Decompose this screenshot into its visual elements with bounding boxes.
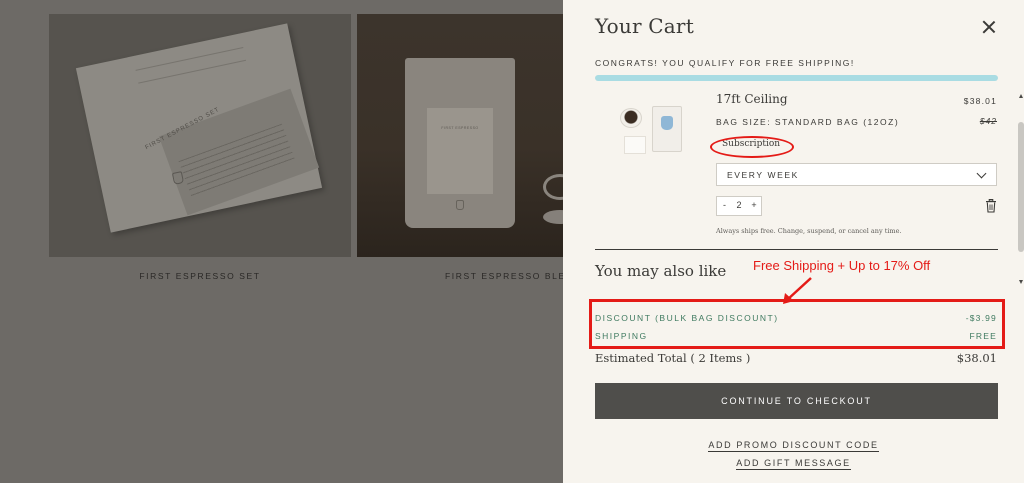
shipping-label: SHIPPING xyxy=(595,331,648,341)
promo-code-link-row: ADD PROMO DISCOUNT CODE xyxy=(563,440,1024,452)
checkout-button[interactable]: CONTINUE TO CHECKOUT xyxy=(595,383,998,419)
cart-title: Your Cart xyxy=(595,14,694,38)
free-shipping-message: CONGRATS! YOU QUALIFY FOR FREE SHIPPING! xyxy=(595,58,855,68)
gift-message-link-row: ADD GIFT MESSAGE xyxy=(563,458,1024,470)
item-thumbnail[interactable] xyxy=(618,104,696,156)
coffee-bag-image xyxy=(652,106,682,152)
scroll-up-arrow-icon[interactable] xyxy=(1019,94,1023,98)
background-page: FIRST ESPRESSO SET FIRST ESPRESSO SET FI… xyxy=(0,0,563,483)
also-like-heading: You may also like xyxy=(595,262,727,280)
scrollbar[interactable] xyxy=(1018,94,1024,284)
item-compare-price: $42 xyxy=(979,116,997,126)
bag-label: FIRST ESPRESSO xyxy=(427,108,493,194)
item-price: $38.01 xyxy=(963,96,997,106)
frequency-select[interactable]: EVERY WEEK xyxy=(716,163,997,186)
scroll-down-arrow-icon[interactable] xyxy=(1019,280,1023,284)
saucer-image xyxy=(543,210,563,224)
product-name[interactable]: FIRST ESPRESSO SET xyxy=(49,271,351,281)
close-icon[interactable] xyxy=(978,16,1000,38)
divider xyxy=(595,249,998,250)
item-note: Always ships free. Change, suspend, or c… xyxy=(716,227,902,235)
coffee-bag-image: FIRST ESPRESSO xyxy=(405,58,515,228)
quantity-increase-button[interactable]: + xyxy=(749,200,759,210)
frequency-value: EVERY WEEK xyxy=(727,170,799,180)
quantity-stepper[interactable]: - 2 + xyxy=(716,196,762,216)
bottle-logo-icon xyxy=(456,200,464,210)
estimated-total-value: $38.01 xyxy=(956,351,997,365)
annotation-callout: Free Shipping + Up to 17% Off xyxy=(753,258,931,273)
quantity-decrease-button[interactable]: - xyxy=(720,200,729,210)
quantity-value[interactable]: 2 xyxy=(732,200,746,210)
chevron-down-icon xyxy=(976,168,987,179)
product-image-espresso-set: FIRST ESPRESSO SET xyxy=(49,14,351,257)
product-card-espresso-set[interactable]: FIRST ESPRESSO SET FIRST ESPRESSO SET xyxy=(49,14,351,281)
free-shipping-progress-bar xyxy=(595,75,998,81)
scroll-thumb[interactable] xyxy=(1018,122,1024,252)
shipping-value: FREE xyxy=(969,331,997,341)
gift-message-link[interactable]: ADD GIFT MESSAGE xyxy=(736,458,851,470)
info-card-image xyxy=(624,136,646,154)
promo-code-link[interactable]: ADD PROMO DISCOUNT CODE xyxy=(708,440,879,452)
cart-drawer: Your Cart CONGRATS! YOU QUALIFY FOR FREE… xyxy=(563,0,1024,483)
cup-image xyxy=(543,174,563,200)
discount-value: -$3.99 xyxy=(965,313,997,323)
discount-label: DISCOUNT (BULK BAG DISCOUNT) xyxy=(595,313,779,323)
product-card-espresso-blend[interactable]: FIRST ESPRESSO FIRST ESPRESSO BLEN xyxy=(357,14,563,281)
item-name[interactable]: 17ft Ceiling xyxy=(716,92,788,106)
coffee-bowl-image xyxy=(620,108,642,128)
product-name[interactable]: FIRST ESPRESSO BLEN xyxy=(357,271,563,281)
progress-fill xyxy=(595,75,998,81)
estimated-total-label: Estimated Total ( 2 Items ) xyxy=(595,351,751,365)
bag-label-text: FIRST ESPRESSO xyxy=(441,126,479,130)
product-image-espresso-blend: FIRST ESPRESSO xyxy=(357,14,563,257)
highlight-box xyxy=(589,299,1005,349)
item-variant: BAG SIZE: STANDARD BAG (12OZ) xyxy=(716,117,900,127)
highlight-circle xyxy=(710,136,794,158)
trash-icon[interactable] xyxy=(985,199,997,213)
